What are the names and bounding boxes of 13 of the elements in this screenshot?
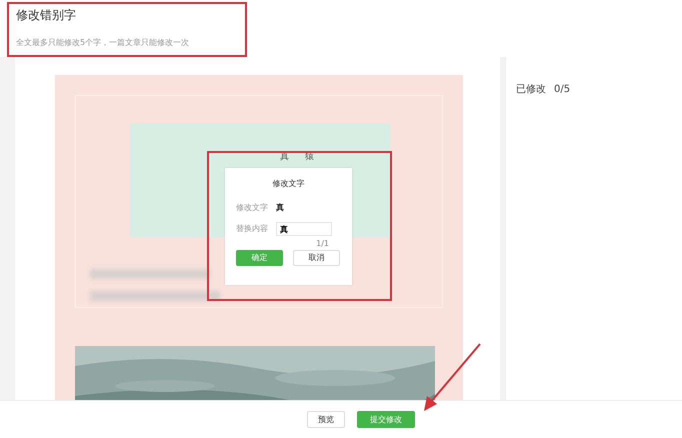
replace-input[interactable]: 真	[276, 222, 332, 236]
field-label: 修改文字	[236, 202, 268, 214]
page-subtitle: 全文最多只能修改5个字，一篇文章只能修改一次	[16, 37, 190, 50]
original-char: 真	[276, 202, 284, 214]
char-counter: 1/1	[315, 238, 329, 250]
pointer-arrow	[424, 343, 481, 411]
preview-button[interactable]: 预览	[307, 410, 345, 428]
modified-count: 0/5	[554, 84, 570, 95]
dialog-title: 修改文字	[272, 178, 306, 190]
cancel-button[interactable]: 取消	[293, 250, 340, 266]
modified-label: 已修改	[516, 84, 546, 95]
field-label: 替换内容	[236, 223, 268, 235]
page-title: 修改错别字	[16, 8, 77, 22]
